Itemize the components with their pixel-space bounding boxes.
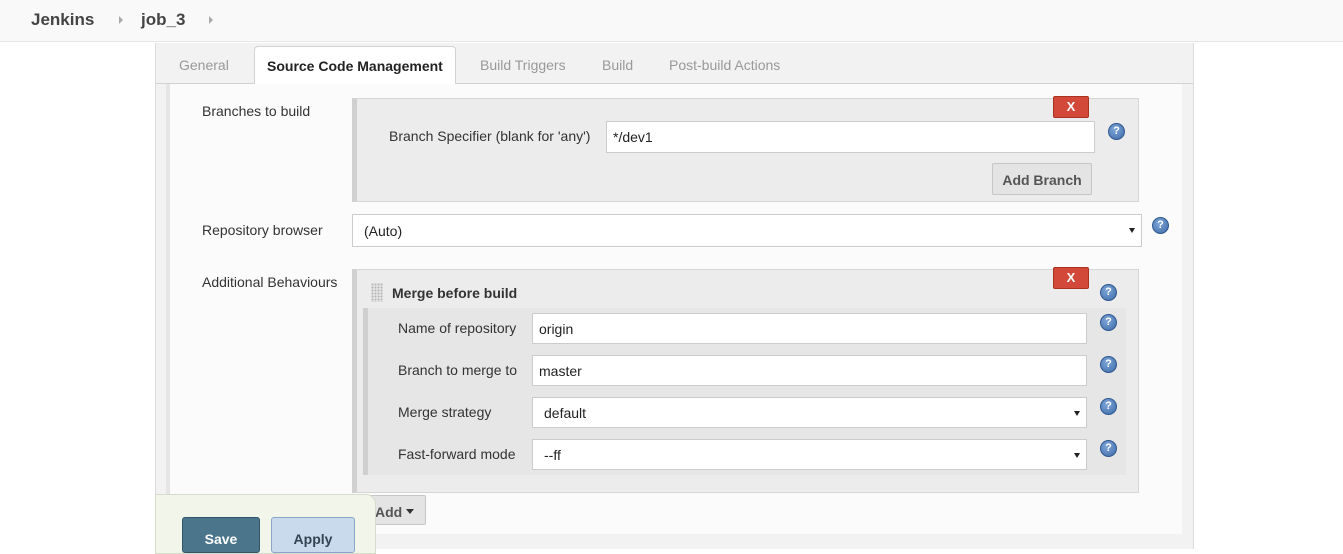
tab-source-code-management[interactable]: Source Code Management	[254, 46, 456, 85]
repo-name-input[interactable]	[532, 313, 1087, 344]
branch-specifier-input[interactable]	[606, 121, 1095, 153]
add-branch-button[interactable]: Add Branch	[992, 163, 1092, 195]
config-tab-bar: General Source Code Management Build Tri…	[156, 43, 1193, 85]
merge-behaviour-block: X Merge before build Name of repository …	[352, 267, 1139, 493]
close-icon: X	[1066, 270, 1076, 285]
apply-button[interactable]: Apply	[271, 517, 355, 553]
merge-title: Merge before build	[392, 285, 518, 301]
fast-forward-select[interactable]: --ff	[532, 439, 1087, 470]
bottom-action-bar: Save Apply	[155, 494, 376, 554]
chevron-down-icon	[1074, 411, 1080, 416]
tab-post-build-actions[interactable]: Post-build Actions	[669, 57, 780, 73]
fast-forward-label: Fast-forward mode	[398, 446, 516, 462]
repository-browser-select[interactable]: (Auto)	[352, 214, 1142, 247]
branch-specifier-label: Branch Specifier (blank for 'any')	[389, 128, 591, 144]
repository-browser-value: (Auto)	[364, 223, 403, 239]
close-icon: X	[1066, 99, 1076, 114]
help-icon[interactable]: ?	[1152, 217, 1169, 234]
help-icon[interactable]: ?	[1100, 440, 1117, 457]
repository-browser-label: Repository browser	[202, 222, 323, 238]
breadcrumb-arrow-icon[interactable]	[209, 16, 213, 24]
merge-branch-input[interactable]	[532, 355, 1087, 386]
help-icon[interactable]: ?	[1108, 123, 1125, 140]
scm-config-body: Branches to build X Branch Specifier (bl…	[166, 84, 1182, 534]
help-icon[interactable]: ?	[1100, 398, 1117, 415]
repo-name-label: Name of repository	[398, 320, 517, 336]
help-icon[interactable]: ?	[1100, 314, 1117, 331]
help-icon[interactable]: ?	[1100, 356, 1117, 373]
add-behaviour-label: Add	[375, 504, 403, 520]
tab-build[interactable]: Build	[602, 57, 633, 73]
fast-forward-value: --ff	[544, 447, 561, 463]
additional-behaviours-label: Additional Behaviours	[202, 274, 338, 290]
remove-behaviour-button[interactable]: X	[1053, 267, 1089, 289]
merge-branch-label: Branch to merge to	[398, 362, 518, 378]
save-button[interactable]: Save	[182, 517, 260, 553]
branches-section-label: Branches to build	[202, 103, 311, 119]
help-icon[interactable]: ?	[1100, 284, 1117, 301]
merge-strategy-label: Merge strategy	[398, 404, 492, 420]
job-config-panel: General Source Code Management Build Tri…	[155, 43, 1194, 549]
tab-build-triggers[interactable]: Build Triggers	[480, 57, 566, 73]
breadcrumb-job[interactable]: job_3	[141, 10, 185, 30]
merge-strategy-value: default	[544, 405, 587, 421]
breadcrumb: Jenkins job_3	[0, 0, 1343, 42]
breadcrumb-jenkins[interactable]: Jenkins	[31, 10, 94, 30]
merge-fields-block: Name of repository Branch to merge to Me…	[363, 308, 1126, 475]
branch-spec-block: X Branch Specifier (blank for 'any') Add…	[352, 96, 1139, 202]
chevron-down-icon	[406, 509, 414, 514]
merge-strategy-select[interactable]: default	[532, 397, 1087, 428]
chevron-down-icon	[1129, 228, 1135, 233]
breadcrumb-arrow-icon[interactable]	[119, 16, 123, 24]
tab-general[interactable]: General	[179, 57, 229, 73]
drag-handle-icon[interactable]	[371, 283, 383, 302]
chevron-down-icon	[1074, 453, 1080, 458]
remove-branch-button[interactable]: X	[1053, 96, 1089, 118]
